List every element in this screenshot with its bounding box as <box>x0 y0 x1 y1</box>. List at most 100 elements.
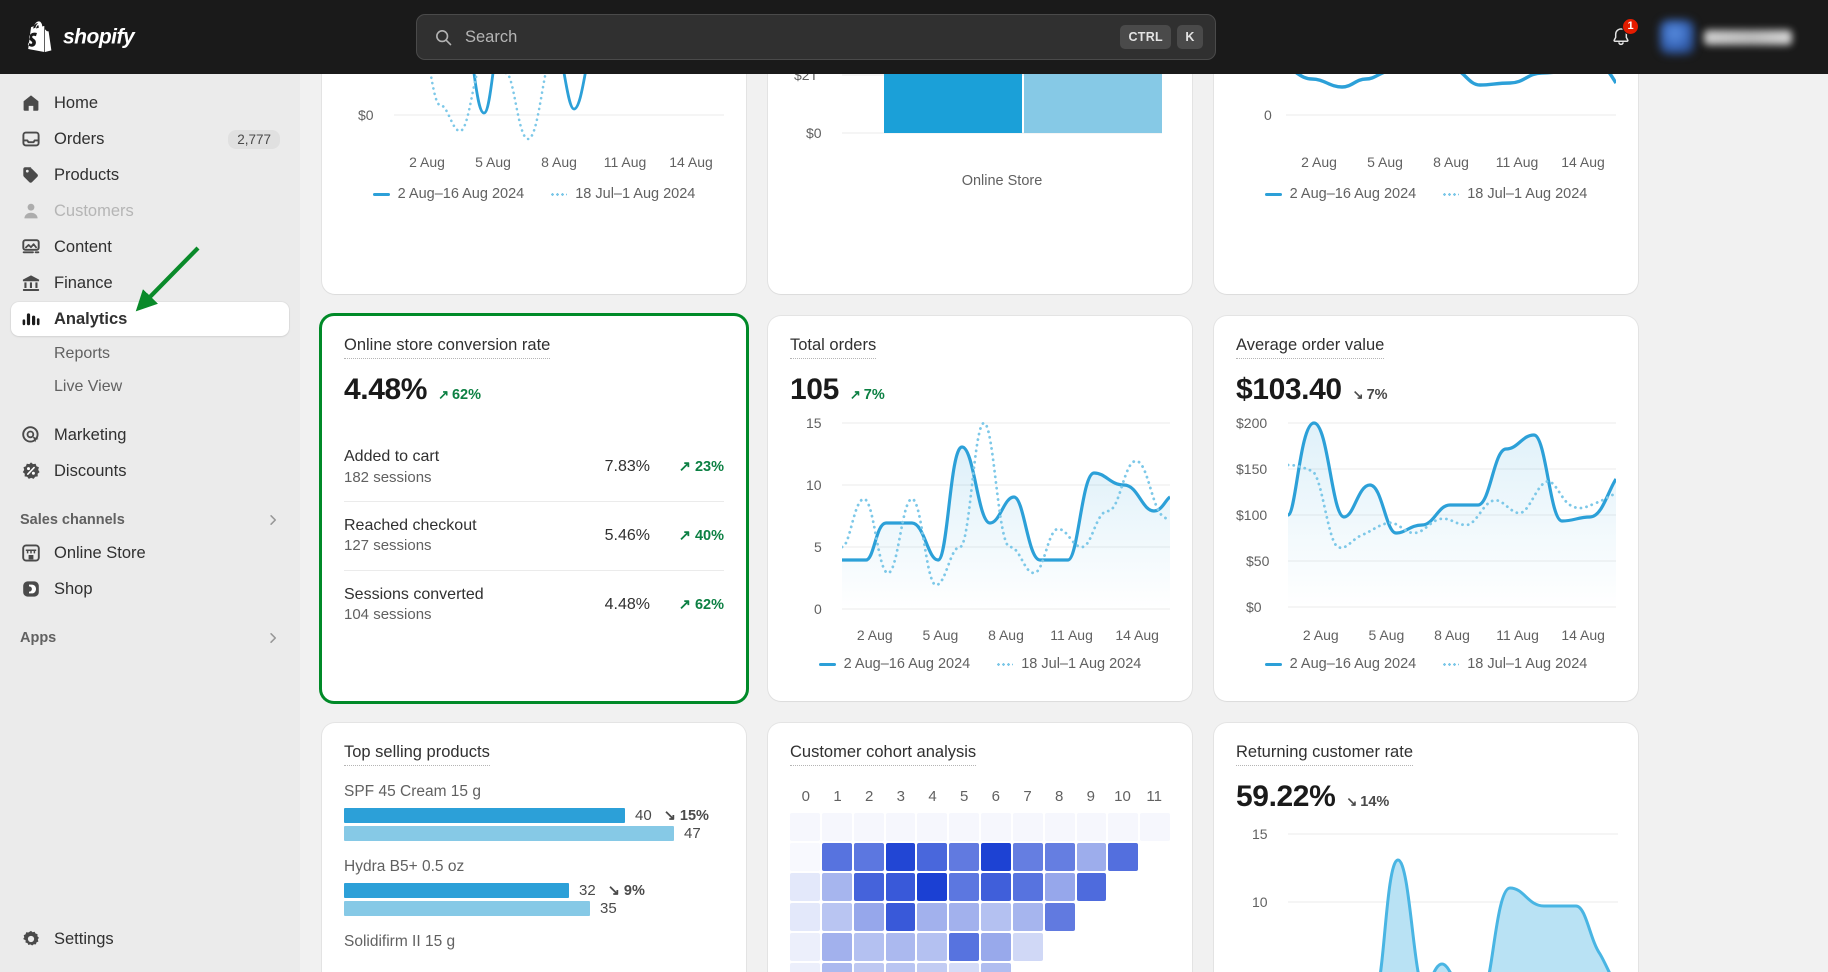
cohort-cell[interactable] <box>981 873 1011 901</box>
search-input[interactable]: Search CTRL K <box>416 14 1216 60</box>
card-customer-cohort-analysis[interactable]: Customer cohort analysis 0 1 2 3 4 5 6 7… <box>768 723 1192 972</box>
cohort-cell[interactable] <box>1012 813 1043 841</box>
card-online-store-conversion-rate[interactable]: Online store conversion rate 4.48% ↗ 62%… <box>322 316 746 701</box>
cohort-cell[interactable] <box>885 933 916 961</box>
cohort-cell[interactable] <box>1012 843 1043 871</box>
cohort-cell[interactable] <box>1140 873 1170 901</box>
sidebar-item-marketing[interactable]: Marketing <box>11 418 289 452</box>
cohort-cell[interactable] <box>981 963 1011 972</box>
cohort-cell[interactable] <box>917 963 948 972</box>
cohort-cell[interactable] <box>1108 963 1138 972</box>
cohort-cell[interactable] <box>1108 843 1139 871</box>
cohort-cell[interactable] <box>1108 873 1138 901</box>
cohort-cell[interactable] <box>1140 933 1170 961</box>
cohort-cell[interactable] <box>949 933 979 961</box>
cohort-cell[interactable] <box>1012 933 1043 961</box>
cohort-cell[interactable] <box>885 963 916 972</box>
sidebar-item-reports[interactable]: Reports <box>11 338 289 370</box>
user-menu-button[interactable] <box>1655 15 1802 59</box>
cohort-cell[interactable] <box>853 933 884 961</box>
cohort-cell[interactable] <box>917 843 948 871</box>
cohort-cell[interactable] <box>885 873 916 901</box>
cohort-cell[interactable] <box>1012 903 1043 931</box>
cohort-cell[interactable] <box>885 903 916 931</box>
sidebar-item-discounts[interactable]: Discounts <box>11 454 289 488</box>
shopify-logo[interactable]: shopify <box>0 20 300 54</box>
funnel-row-sessions-converted[interactable]: Sessions converted 104 sessions 4.48% ↗ … <box>344 569 724 639</box>
cohort-cell[interactable] <box>1077 963 1107 972</box>
cohort-cell[interactable] <box>790 963 820 972</box>
sidebar-item-finance[interactable]: Finance <box>11 266 289 300</box>
card-sessions[interactable]: 200 0 2 Aug 5 Aug 8 Aug 11 Aug 14 Aug <box>1214 74 1638 294</box>
cohort-cell[interactable] <box>790 903 820 931</box>
cohort-cell[interactable] <box>1108 933 1138 961</box>
sidebar-section-sales-channels[interactable]: Sales channels <box>11 504 289 536</box>
cohort-cell[interactable] <box>1140 843 1170 871</box>
cohort-cell[interactable] <box>1076 843 1107 871</box>
cohort-cell[interactable] <box>790 933 820 961</box>
cohort-cell[interactable] <box>1076 873 1107 901</box>
cohort-cell[interactable] <box>1108 903 1138 931</box>
cohort-cell[interactable] <box>949 813 979 841</box>
sidebar-item-settings[interactable]: Settings <box>11 922 289 956</box>
cohort-cell[interactable] <box>1013 963 1043 972</box>
sidebar-item-analytics[interactable]: Analytics <box>11 302 289 336</box>
cohort-cell[interactable] <box>790 813 820 841</box>
sidebar-item-live-view[interactable]: Live View <box>11 371 289 403</box>
sidebar-item-online-store[interactable]: Online Store <box>11 536 289 570</box>
cohort-cell[interactable] <box>885 813 916 841</box>
cohort-cell[interactable] <box>917 813 948 841</box>
cohort-cell[interactable] <box>821 933 852 961</box>
cohort-cell[interactable] <box>853 813 884 841</box>
average-order-value-title[interactable]: Average order value <box>1236 336 1385 359</box>
cohort-cell[interactable] <box>1012 873 1043 901</box>
customer-cohort-analysis-title[interactable]: Customer cohort analysis <box>790 743 977 766</box>
cohort-heatmap[interactable] <box>790 813 1170 972</box>
sidebar-item-products[interactable]: Products <box>11 158 289 192</box>
cohort-cell[interactable] <box>949 873 979 901</box>
cohort-cell[interactable] <box>1140 903 1170 931</box>
cohort-cell[interactable] <box>981 933 1011 961</box>
cohort-cell[interactable] <box>981 843 1011 871</box>
total-orders-title[interactable]: Total orders <box>790 336 877 359</box>
card-top-selling-products[interactable]: Top selling products SPF 45 Cream 15 g 4… <box>322 723 746 972</box>
product-row-0[interactable]: SPF 45 Cream 15 g 40 ↘ 15% 47 <box>344 783 724 842</box>
cohort-cell[interactable] <box>1076 813 1107 841</box>
sidebar-item-home[interactable]: Home <box>11 86 289 120</box>
funnel-row-reached-checkout[interactable]: Reached checkout 127 sessions 5.46% ↗ 40… <box>344 500 724 570</box>
funnel-row-added-to-cart[interactable]: Added to cart 182 sessions 7.83% ↗ 23% <box>344 433 724 501</box>
card-average-order-value[interactable]: Average order value $103.40 ↘ 7% $200 $1… <box>1214 316 1638 701</box>
cohort-cell[interactable] <box>821 903 852 931</box>
card-returning-customer-rate[interactable]: Returning customer rate 59.22% ↘ 14% 15 … <box>1214 723 1638 972</box>
cohort-cell[interactable] <box>1077 903 1107 931</box>
card-sales-by-channel[interactable]: $4T $2T $0 Online Store <box>768 74 1192 294</box>
cohort-cell[interactable] <box>1140 813 1170 841</box>
cohort-cell[interactable] <box>885 843 916 871</box>
cohort-cell[interactable] <box>1140 963 1170 972</box>
cohort-cell[interactable] <box>821 873 852 901</box>
sidebar-item-content[interactable]: Content <box>11 230 289 264</box>
cohort-cell[interactable] <box>981 813 1011 841</box>
returning-customer-rate-title[interactable]: Returning customer rate <box>1236 743 1413 766</box>
cohort-cell[interactable] <box>853 843 884 871</box>
cohort-cell[interactable] <box>1044 873 1075 901</box>
top-selling-products-title[interactable]: Top selling products <box>344 743 490 766</box>
product-row-2[interactable]: Solidifirm II 15 g <box>344 933 724 951</box>
cohort-cell[interactable] <box>981 903 1011 931</box>
cohort-cell[interactable] <box>949 843 979 871</box>
cohort-cell[interactable] <box>949 903 979 931</box>
cohort-cell[interactable] <box>853 873 884 901</box>
cohort-cell[interactable] <box>1045 933 1075 961</box>
cohort-cell[interactable] <box>1077 933 1107 961</box>
sidebar-item-shop[interactable]: Shop <box>11 572 289 606</box>
conversion-rate-title[interactable]: Online store conversion rate <box>344 336 551 359</box>
cohort-cell[interactable] <box>1108 813 1139 841</box>
cohort-cell[interactable] <box>821 963 852 972</box>
cohort-cell[interactable] <box>853 963 884 972</box>
cohort-cell[interactable] <box>790 843 820 871</box>
product-row-1[interactable]: Hydra B5+ 0.5 oz 32 ↘ 9% 35 <box>344 858 724 917</box>
cohort-cell[interactable] <box>917 903 948 931</box>
notifications-button[interactable]: 1 <box>1601 17 1641 57</box>
sidebar-item-customers[interactable]: Customers <box>11 194 289 228</box>
cohort-cell[interactable] <box>1045 963 1075 972</box>
